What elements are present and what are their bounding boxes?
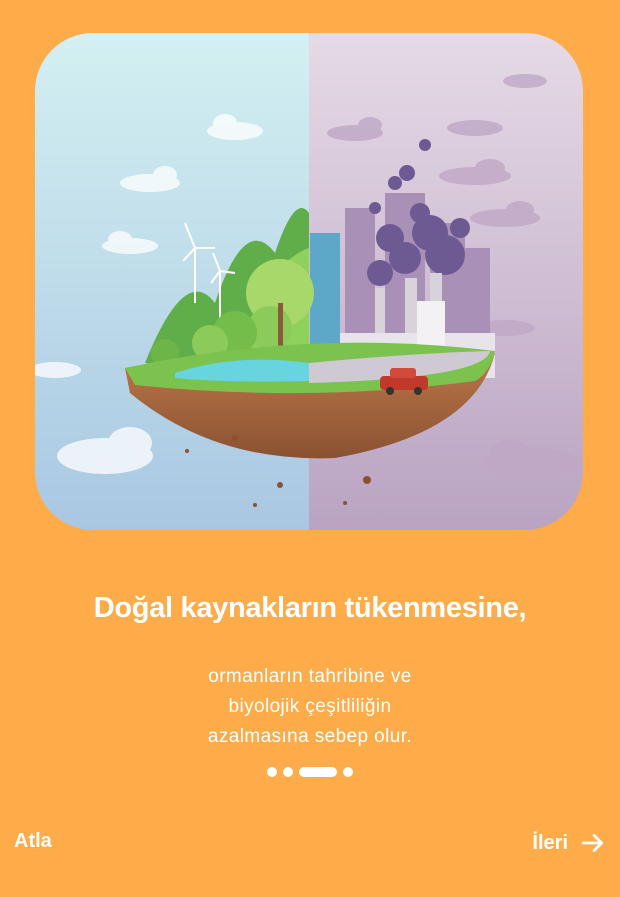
onboarding-illustration	[35, 33, 583, 530]
onboarding-description: ormanların tahribine ve biyolojik çeşitl…	[160, 662, 460, 752]
page-dot-2[interactable]	[283, 767, 293, 777]
next-button[interactable]: İleri	[532, 830, 606, 856]
page-indicator	[0, 767, 620, 777]
page-dot-1[interactable]	[267, 767, 277, 777]
description-line-2: biyolojik çeşitliliğin	[228, 696, 392, 717]
island-illustration	[35, 33, 583, 530]
description-line-3: azalmasına sebep olur.	[207, 726, 413, 747]
arrow-right-icon	[581, 834, 604, 852]
onboarding-title: Doğal kaynakların tükenmesine,	[93, 592, 527, 624]
skip-button[interactable]: Atla	[14, 830, 52, 853]
page-dot-3-active[interactable]	[299, 767, 337, 777]
description-line-1: ormanların tahribine ve	[208, 666, 412, 687]
page-dot-4[interactable]	[343, 767, 353, 777]
next-button-label: İleri	[532, 831, 568, 854]
